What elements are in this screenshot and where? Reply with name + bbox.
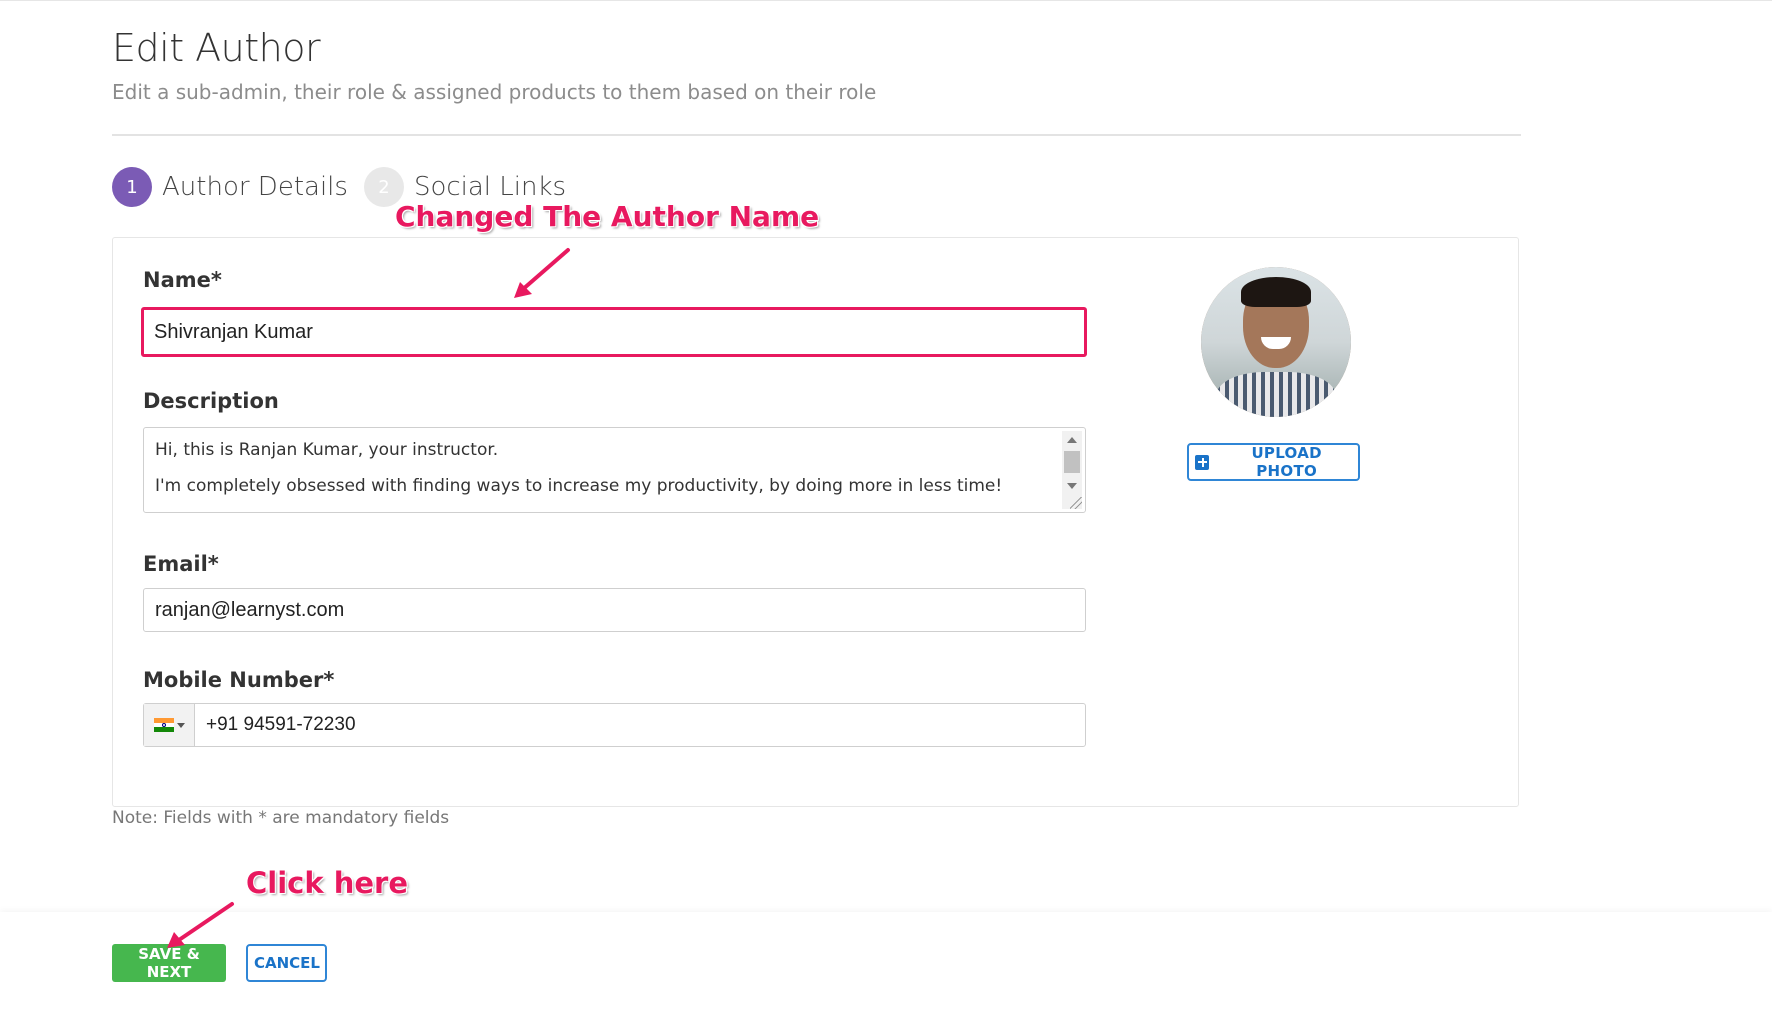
upload-photo-label: UPLOAD PHOTO — [1251, 444, 1322, 480]
email-input[interactable] — [143, 588, 1086, 632]
scroll-up-arrow-icon[interactable] — [1067, 437, 1077, 443]
mobile-label: Mobile Number* — [143, 668, 335, 692]
mobile-number-field — [143, 703, 1086, 747]
mobile-number-input[interactable] — [195, 704, 1085, 746]
email-label: Email* — [143, 552, 219, 576]
description-textarea[interactable]: Hi, this is Ranjan Kumar, your instructo… — [143, 427, 1086, 513]
description-label: Description — [143, 389, 279, 413]
scroll-thumb[interactable] — [1064, 451, 1080, 473]
step-label: Author Details — [162, 172, 348, 202]
page-subtitle: Edit a sub-admin, their role & assigned … — [112, 80, 877, 104]
india-flag-icon — [153, 718, 174, 733]
author-avatar — [1201, 267, 1351, 417]
top-border — [0, 0, 1772, 1]
chevron-down-icon — [176, 722, 185, 728]
description-line: I'm completely obsessed with finding way… — [155, 476, 1003, 496]
cancel-button[interactable]: CANCEL — [246, 944, 327, 982]
mandatory-fields-note: Note: Fields with * are mandatory fields — [112, 808, 450, 828]
name-input[interactable] — [141, 307, 1087, 357]
step-number-badge: 1 — [112, 167, 152, 207]
upload-photo-button[interactable]: UPLOAD PHOTO — [1187, 443, 1360, 481]
name-label: Name* — [143, 268, 222, 292]
resize-grip-icon[interactable] — [1070, 497, 1082, 509]
page-title: Edit Author — [112, 26, 321, 70]
country-code-selector[interactable] — [144, 704, 195, 746]
header-divider — [112, 134, 1521, 136]
annotation-click-here: Click here — [246, 866, 409, 900]
save-and-next-button[interactable]: SAVE & NEXT — [112, 944, 226, 982]
annotation-name-changed: Changed The Author Name — [395, 200, 820, 233]
description-line: Hi, this is Ranjan Kumar, your instructo… — [155, 440, 499, 460]
step-label: Social Links — [413, 172, 567, 202]
plus-icon — [1195, 454, 1210, 470]
scroll-down-arrow-icon[interactable] — [1067, 483, 1077, 489]
step-author-details[interactable]: 1 Author Details — [112, 167, 348, 207]
